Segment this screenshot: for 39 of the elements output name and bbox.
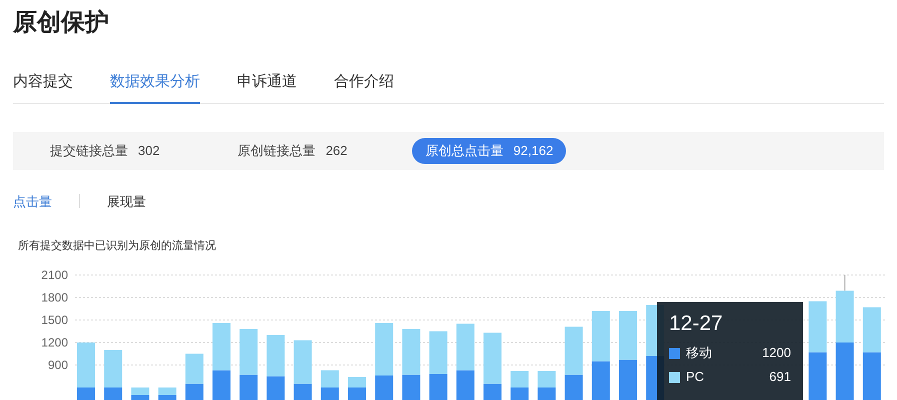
metric-tab[interactable]: 点击量 (13, 192, 52, 211)
tab[interactable]: 合作介绍 (334, 71, 394, 104)
bar (538, 371, 556, 388)
chart-caption: 所有提交数据中已识别为原创的流量情况 (18, 238, 217, 254)
bar (348, 377, 366, 388)
series-value: 691 (769, 368, 791, 386)
series-name: PC (686, 368, 704, 386)
bar (320, 388, 339, 400)
axis-tick-label: 1200 (41, 336, 68, 350)
axis-tick-label: 1500 (41, 313, 68, 327)
bar (510, 388, 529, 400)
bar (619, 311, 637, 360)
bar (862, 307, 881, 352)
bar (538, 388, 556, 400)
bar (348, 388, 366, 400)
tab[interactable]: 数据效果分析 (110, 71, 200, 104)
bar (808, 301, 827, 352)
axis-tick-label: 2100 (41, 268, 68, 282)
bar (592, 311, 610, 362)
metric-tab[interactable]: 展现量 (107, 192, 146, 211)
bar (592, 361, 610, 400)
stat-pill[interactable]: 原创链接总量 262 (224, 138, 360, 164)
tab[interactable]: 内容提交 (13, 71, 73, 104)
bar (320, 370, 339, 388)
bar (619, 360, 637, 400)
bar (836, 290, 854, 342)
bar (808, 352, 827, 400)
axis-tick-label: 900 (48, 358, 68, 372)
bar (510, 371, 529, 388)
series-name: 移动 (686, 344, 712, 362)
series-value: 1200 (762, 344, 791, 362)
bar (836, 342, 854, 400)
axis-tick-label: 1800 (41, 290, 68, 304)
stat-pill[interactable]: 原创总点击量 92,162 (412, 138, 566, 164)
bar (862, 352, 881, 400)
tab[interactable]: 申诉通道 (237, 71, 297, 104)
stat-pill[interactable]: 提交链接总量 302 (37, 138, 173, 164)
tooltip-title: 12-27 (669, 311, 724, 337)
page-title: 原创保护 (13, 8, 110, 38)
